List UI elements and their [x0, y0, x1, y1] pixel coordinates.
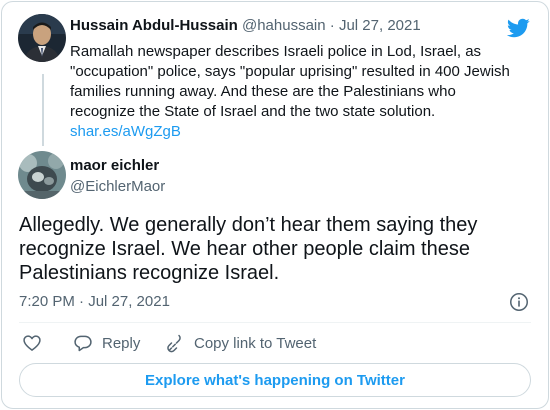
tweet-timestamp[interactable]: 7:20 PM · Jul 27, 2021 — [19, 293, 170, 311]
quoted-author-avatar[interactable] — [18, 14, 66, 62]
quoted-author-name[interactable]: Hussain Abdul-Hussain — [70, 17, 238, 34]
thread-connector — [42, 74, 44, 146]
heart-icon — [23, 335, 41, 351]
reply-icon — [74, 335, 92, 352]
info-icon[interactable] — [509, 292, 529, 312]
quoted-tweet-link[interactable]: shar.es/aWgZgB — [70, 122, 181, 142]
quoted-tweet-header: Hussain Abdul-Hussain @hahussain · Jul 2… — [70, 16, 421, 36]
reply-label: Reply — [102, 334, 141, 352]
tweet-text: Allegedly. We generally don’t hear them … — [19, 214, 478, 284]
divider — [19, 322, 531, 323]
author-handle[interactable]: @EichlerMaor — [70, 178, 165, 196]
copy-link-button[interactable]: Copy link to Tweet — [164, 332, 316, 354]
author-name[interactable]: maor eichler — [70, 157, 159, 175]
author-avatar[interactable] — [18, 151, 66, 199]
header-separator: · — [329, 17, 335, 34]
reply-button[interactable]: Reply — [73, 332, 140, 354]
twitter-bird-icon[interactable] — [506, 16, 530, 40]
like-button[interactable] — [22, 332, 42, 354]
quoted-author-handle[interactable]: @hahussain — [242, 17, 326, 34]
explore-twitter-button[interactable]: Explore what's happening on Twitter — [19, 363, 531, 397]
link-icon — [167, 334, 181, 353]
quoted-tweet-text: Ramallah newspaper describes Israeli pol… — [70, 43, 510, 120]
tweet-embed-card: Hussain Abdul-Hussain @hahussain · Jul 2… — [1, 1, 549, 409]
copy-link-label: Copy link to Tweet — [194, 334, 317, 352]
quoted-tweet-date[interactable]: Jul 27, 2021 — [339, 17, 421, 34]
